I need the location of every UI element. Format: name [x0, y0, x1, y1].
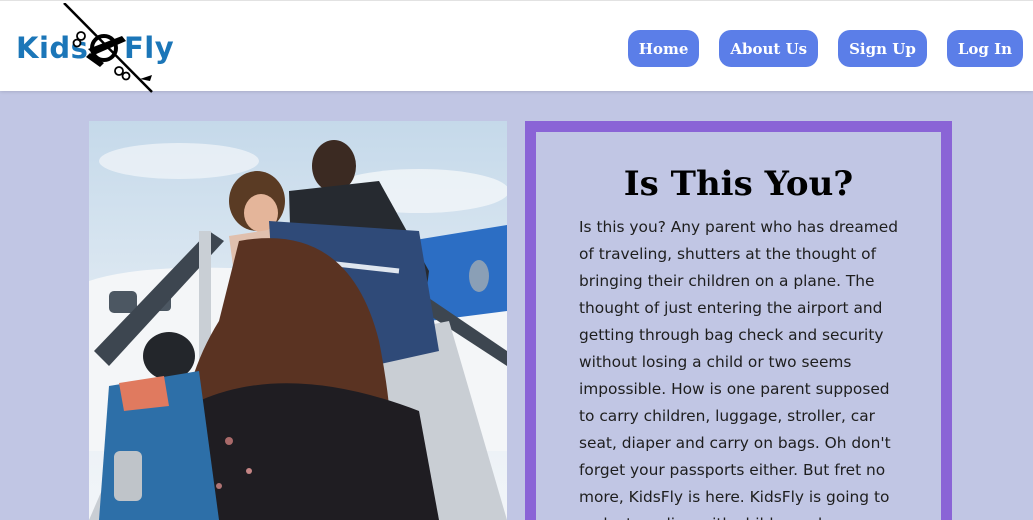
- hero-photo: [89, 121, 507, 520]
- nav-log-in-button[interactable]: Log In: [946, 30, 1023, 67]
- nav-about-us-button[interactable]: About Us: [719, 30, 819, 67]
- card-body-text: Is this you? Any parent who has dreamed …: [579, 218, 899, 520]
- nav-home-button[interactable]: Home: [627, 30, 700, 67]
- main-nav: Home About Us Sign Up Log In: [627, 30, 1023, 67]
- card-title: Is This You?: [623, 164, 854, 204]
- logo-word-fly: Fly: [124, 31, 175, 65]
- site-header: Kids Fly Home About Us Sign Up Log In: [0, 0, 1033, 93]
- nav-sign-up-button[interactable]: Sign Up: [838, 30, 927, 67]
- kidsfly-logo[interactable]: Kids Fly: [16, 3, 186, 93]
- info-card: Is This You? Is this you? Any parent who…: [525, 121, 952, 520]
